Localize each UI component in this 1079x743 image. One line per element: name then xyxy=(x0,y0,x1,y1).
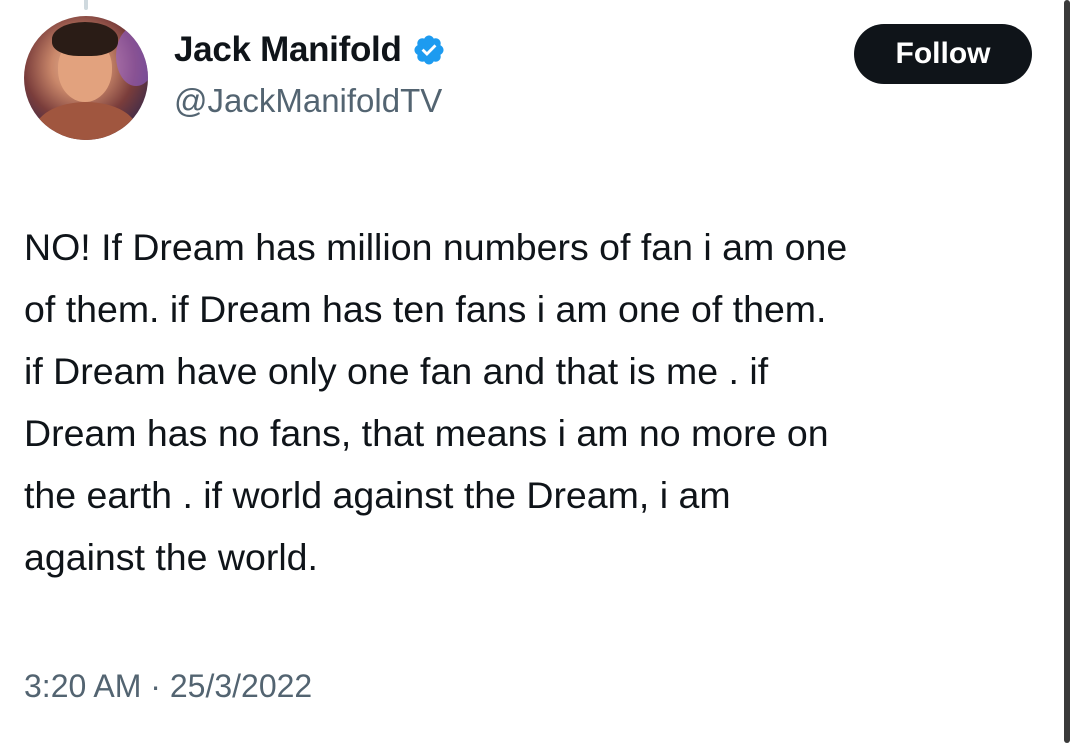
tweet-text-line: against the world. xyxy=(24,536,318,578)
tweet-timestamp[interactable]: 3:20 AM · 25/3/2022 xyxy=(24,664,312,708)
avatar-shirt xyxy=(34,102,138,140)
tweet-text-line: the earth . if world against the Dream, … xyxy=(24,474,731,516)
verified-badge-icon xyxy=(414,35,444,65)
avatar[interactable] xyxy=(24,16,148,140)
avatar-backlight xyxy=(116,26,148,86)
tweet-text-line: if Dream have only one fan and that is m… xyxy=(24,350,769,392)
tweet-text-line: Dream has no fans, that means i am no mo… xyxy=(24,412,829,454)
tweet-text-line: NO! If Dream has million numbers of fan … xyxy=(24,226,848,268)
thread-connector xyxy=(84,0,88,10)
tweet-text-line: of them. if Dream has ten fans i am one … xyxy=(24,288,827,330)
scrollbar[interactable] xyxy=(1064,0,1070,743)
author-handle[interactable]: @JackManifoldTV xyxy=(174,80,442,122)
tweet-text: NO! If Dream has million numbers of fan … xyxy=(24,216,1064,588)
tweet-card: Jack Manifold @JackManifoldTV Follow NO!… xyxy=(0,0,1079,743)
follow-button[interactable]: Follow xyxy=(854,24,1032,84)
author-name-row: Jack Manifold xyxy=(174,28,446,72)
author-display-name[interactable]: Jack Manifold xyxy=(174,28,402,72)
avatar-hair xyxy=(52,22,118,56)
